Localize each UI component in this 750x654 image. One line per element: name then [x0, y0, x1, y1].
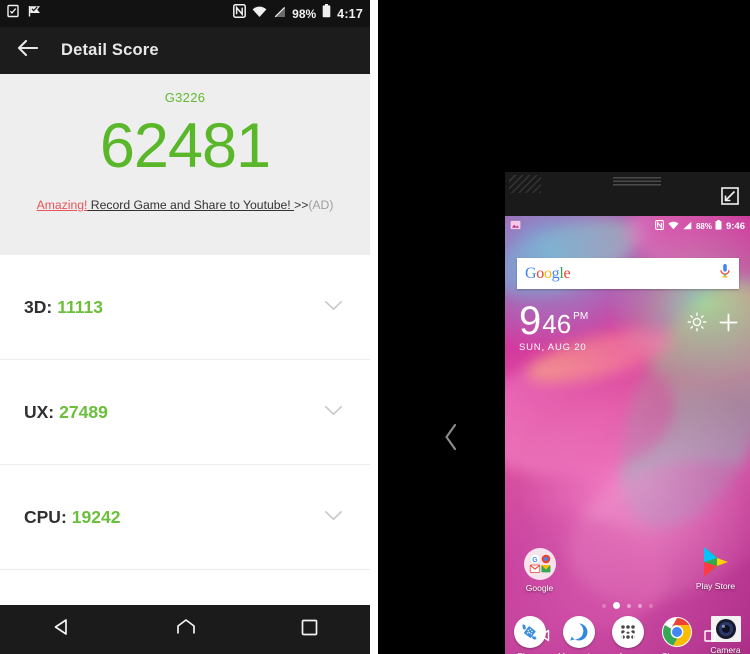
phone-bezel-top — [505, 172, 750, 216]
triangle-back-icon[interactable] — [52, 617, 72, 642]
triangle-back-icon[interactable] — [538, 628, 553, 648]
chevron-down-icon[interactable] — [324, 403, 343, 421]
chevron-down-icon[interactable] — [324, 508, 343, 526]
square-recents-icon[interactable] — [703, 629, 717, 648]
status-bar-system-icons: 98% 4:17 — [233, 4, 363, 23]
score-row-3d[interactable]: 3D: 11113 — [0, 255, 370, 360]
nfc-icon — [233, 4, 247, 23]
page-indicator — [505, 602, 750, 609]
antutu-detail-score-panel: 98% 4:17 Detail Score G3226 62481 Amazin… — [0, 0, 370, 654]
score-row-label: 3D: — [24, 296, 53, 317]
wifi-icon — [668, 217, 679, 235]
device-model-label: G3226 — [164, 90, 206, 105]
page-dot[interactable] — [649, 603, 653, 608]
earpiece-speaker — [613, 177, 661, 186]
ad-body-text: Record Game and Share to Youtube! — [87, 198, 295, 212]
phone-navigation-bar — [505, 622, 750, 654]
phone-preview: 88% 9:46 Google 9 46 PM SUN, AUG 20 G Go… — [505, 172, 750, 654]
clock-time: 9 46 PM — [519, 299, 589, 343]
android-status-bar: 98% 4:17 — [0, 0, 370, 27]
score-row-ux[interactable]: UX: 27489 — [0, 360, 370, 465]
screenshot-root: 98% 4:17 Detail Score G3226 62481 Amazin… — [0, 0, 750, 654]
square-recents-icon[interactable] — [300, 618, 319, 642]
page-dot[interactable] — [627, 603, 631, 608]
score-row-label: UX: — [24, 401, 55, 422]
phone-status-bar: 88% 9:46 — [505, 216, 750, 236]
page-title: Detail Score — [61, 41, 159, 59]
home-icon-label: Play Store — [695, 581, 736, 591]
page-dot-active[interactable] — [613, 602, 620, 609]
home-icon-google-folder[interactable]: G Google — [515, 548, 564, 593]
signal-bars-icon — [682, 217, 692, 235]
clock-ampm: PM — [573, 311, 589, 322]
total-score-card: G3226 62481 Amazing! Record Game and Sha… — [0, 74, 370, 255]
ad-banner[interactable]: Amazing! Record Game and Share to Youtub… — [37, 198, 334, 212]
widget-action-icons — [687, 312, 738, 337]
ad-tag-label: (AD) — [308, 198, 334, 212]
signal-off-icon — [273, 5, 286, 23]
phone-status-system-icons: 88% 9:46 — [655, 217, 745, 235]
battery-percent-label: 98% — [292, 6, 317, 21]
notification-checkbox-icon — [7, 4, 19, 23]
arrow-left-icon[interactable] — [17, 39, 39, 62]
score-row-cpu[interactable]: CPU: 19242 — [0, 465, 370, 570]
status-bar-notifications — [7, 4, 42, 23]
google-search-bar[interactable]: Google — [517, 258, 739, 289]
nfc-icon — [655, 217, 665, 235]
image-notification-icon — [510, 217, 521, 235]
phone-battery-percent: 88% — [695, 221, 712, 231]
total-score-value: 62481 — [99, 111, 271, 181]
score-row-value: 19242 — [71, 506, 121, 527]
black-stage: 88% 9:46 Google 9 46 PM SUN, AUG 20 G Go… — [378, 0, 750, 654]
phone-homescreen: 88% 9:46 Google 9 46 PM SUN, AUG 20 G Go… — [505, 216, 750, 654]
ad-highlight-text: Amazing! — [36, 198, 88, 212]
diagonal-hatch-decoration — [509, 175, 541, 193]
wallpaper-stroke — [505, 342, 683, 490]
svg-text:G: G — [532, 557, 538, 564]
wifi-icon — [252, 5, 267, 23]
plus-icon[interactable] — [719, 313, 738, 337]
home-icon-label: Google — [525, 583, 554, 593]
phone-status-clock: 9:46 — [725, 220, 745, 232]
home-icon[interactable] — [175, 617, 197, 642]
notification-flag-icon — [28, 4, 42, 23]
wallpaper-stroke — [549, 434, 750, 628]
score-row-label: CPU: — [24, 506, 67, 527]
app-bar: Detail Score — [0, 27, 370, 74]
microphone-icon[interactable] — [719, 263, 731, 284]
wallpaper-stroke — [587, 260, 750, 552]
ad-arrow-text: >> — [294, 198, 309, 212]
home-icon[interactable] — [620, 628, 636, 648]
sun-weather-icon[interactable] — [687, 312, 707, 337]
android-navigation-bar — [0, 605, 370, 654]
chevron-down-icon[interactable] — [324, 298, 343, 316]
clock-hour: 9 — [519, 299, 541, 343]
clock-widget[interactable]: 9 46 PM SUN, AUG 20 — [519, 299, 589, 353]
status-bar-clock: 4:17 — [337, 6, 363, 21]
battery-icon — [322, 4, 331, 23]
expand-fullscreen-icon[interactable] — [720, 186, 740, 211]
play-store-icon — [700, 546, 732, 578]
chevron-left-icon[interactable] — [434, 418, 468, 456]
battery-icon — [715, 217, 722, 235]
score-row-value: 27489 — [59, 401, 108, 422]
clock-date: SUN, AUG 20 — [519, 342, 587, 353]
home-icon-play-store[interactable]: Play Store — [691, 546, 740, 591]
score-rows-list: 3D: 11113 UX: 27489 CPU: 19242 — [0, 255, 370, 570]
score-row-value: 11113 — [57, 296, 103, 317]
page-dot[interactable] — [638, 603, 642, 608]
google-folder-icon: G — [523, 548, 556, 580]
google-logo: Google — [525, 264, 571, 282]
clock-minute: 46 — [542, 309, 572, 339]
page-dot[interactable] — [602, 603, 606, 608]
